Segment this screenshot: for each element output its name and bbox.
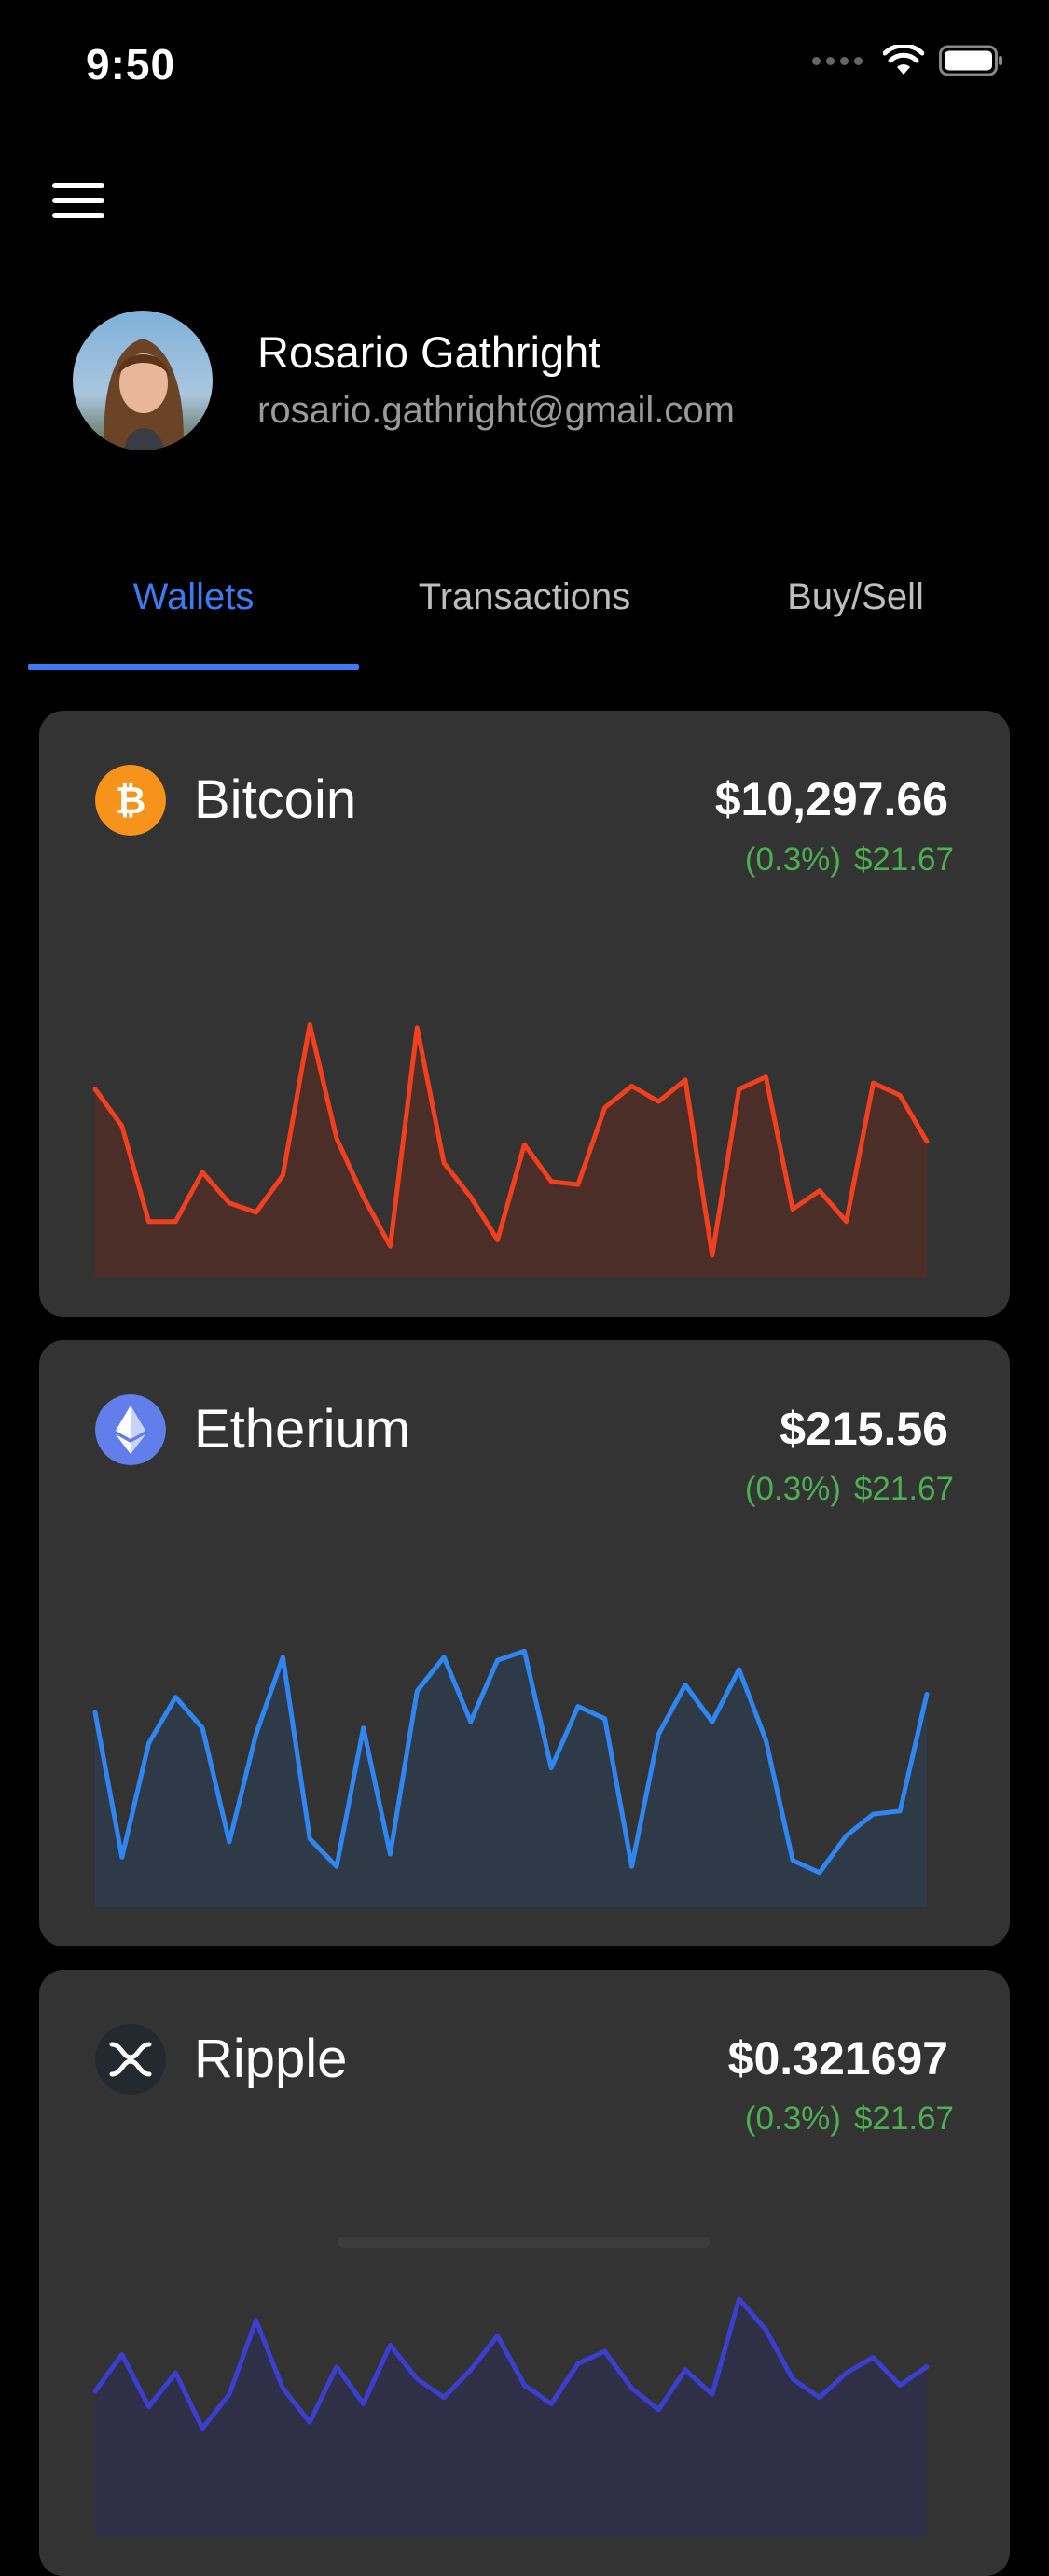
wallet-change: (0.3%) $21.67 bbox=[745, 841, 954, 879]
home-indicator bbox=[338, 2237, 711, 2248]
tab-wallets[interactable]: Wallets bbox=[28, 576, 359, 618]
status-icons bbox=[812, 45, 1004, 76]
avatar[interactable] bbox=[73, 311, 213, 450]
chart-area-fill bbox=[95, 2299, 927, 2537]
chart-area-fill bbox=[95, 1025, 927, 1279]
status-time: 9:50 bbox=[86, 39, 175, 90]
wallet-change: (0.3%) $21.67 bbox=[745, 2100, 954, 2138]
status-bar: 9:50 bbox=[0, 0, 1049, 123]
wallet-card-ethereum[interactable]: Etherium $215.56 (0.3%) $21.67 bbox=[39, 1340, 1010, 1946]
battery-icon bbox=[939, 45, 1004, 76]
svg-text:₿: ₿ bbox=[116, 780, 146, 823]
wallet-card-ripple[interactable]: Ripple $0.321697 (0.3%) $21.67 bbox=[39, 1970, 1010, 2576]
wifi-icon bbox=[883, 45, 924, 76]
wallet-change-percent: (0.3%) bbox=[745, 1471, 841, 1507]
wallet-name: Bitcoin bbox=[194, 769, 356, 831]
wallet-change-amount: $21.67 bbox=[854, 841, 954, 878]
wallet-price: $215.56 bbox=[780, 1402, 948, 1456]
cellular-signal-icon bbox=[812, 57, 863, 65]
ripple-icon bbox=[95, 2024, 166, 2095]
wallet-change-percent: (0.3%) bbox=[745, 2100, 841, 2137]
ethereum-icon bbox=[95, 1394, 166, 1465]
tab-transactions[interactable]: Transactions bbox=[359, 576, 690, 618]
tab-active-indicator bbox=[28, 664, 359, 670]
tab-buy-sell[interactable]: Buy/Sell bbox=[690, 576, 1021, 618]
tab-bar: Wallets Transactions Buy/Sell bbox=[28, 560, 1021, 672]
wallet-price: $0.321697 bbox=[728, 2031, 948, 2085]
wallet-price: $10,297.66 bbox=[715, 772, 948, 826]
wallet-change-percent: (0.3%) bbox=[745, 841, 841, 878]
wallet-name: Ripple bbox=[194, 2028, 347, 2090]
wallet-name: Etherium bbox=[194, 1398, 410, 1461]
bitcoin-icon: ₿ bbox=[95, 765, 166, 836]
wallet-change: (0.3%) $21.67 bbox=[745, 1471, 954, 1508]
profile-header: Rosario Gathright rosario.gathright@gmai… bbox=[73, 310, 735, 451]
wallet-change-amount: $21.67 bbox=[854, 1471, 954, 1507]
profile-email: rosario.gathright@gmail.com bbox=[257, 384, 735, 436]
hamburger-menu-icon[interactable] bbox=[52, 183, 104, 220]
wallet-card-bitcoin[interactable]: ₿ Bitcoin $10,297.66 (0.3%) $21.67 bbox=[39, 711, 1010, 1317]
profile-name: Rosario Gathright bbox=[257, 325, 735, 381]
wallet-change-amount: $21.67 bbox=[854, 2100, 954, 2137]
chart-area-fill bbox=[95, 1651, 927, 1907]
